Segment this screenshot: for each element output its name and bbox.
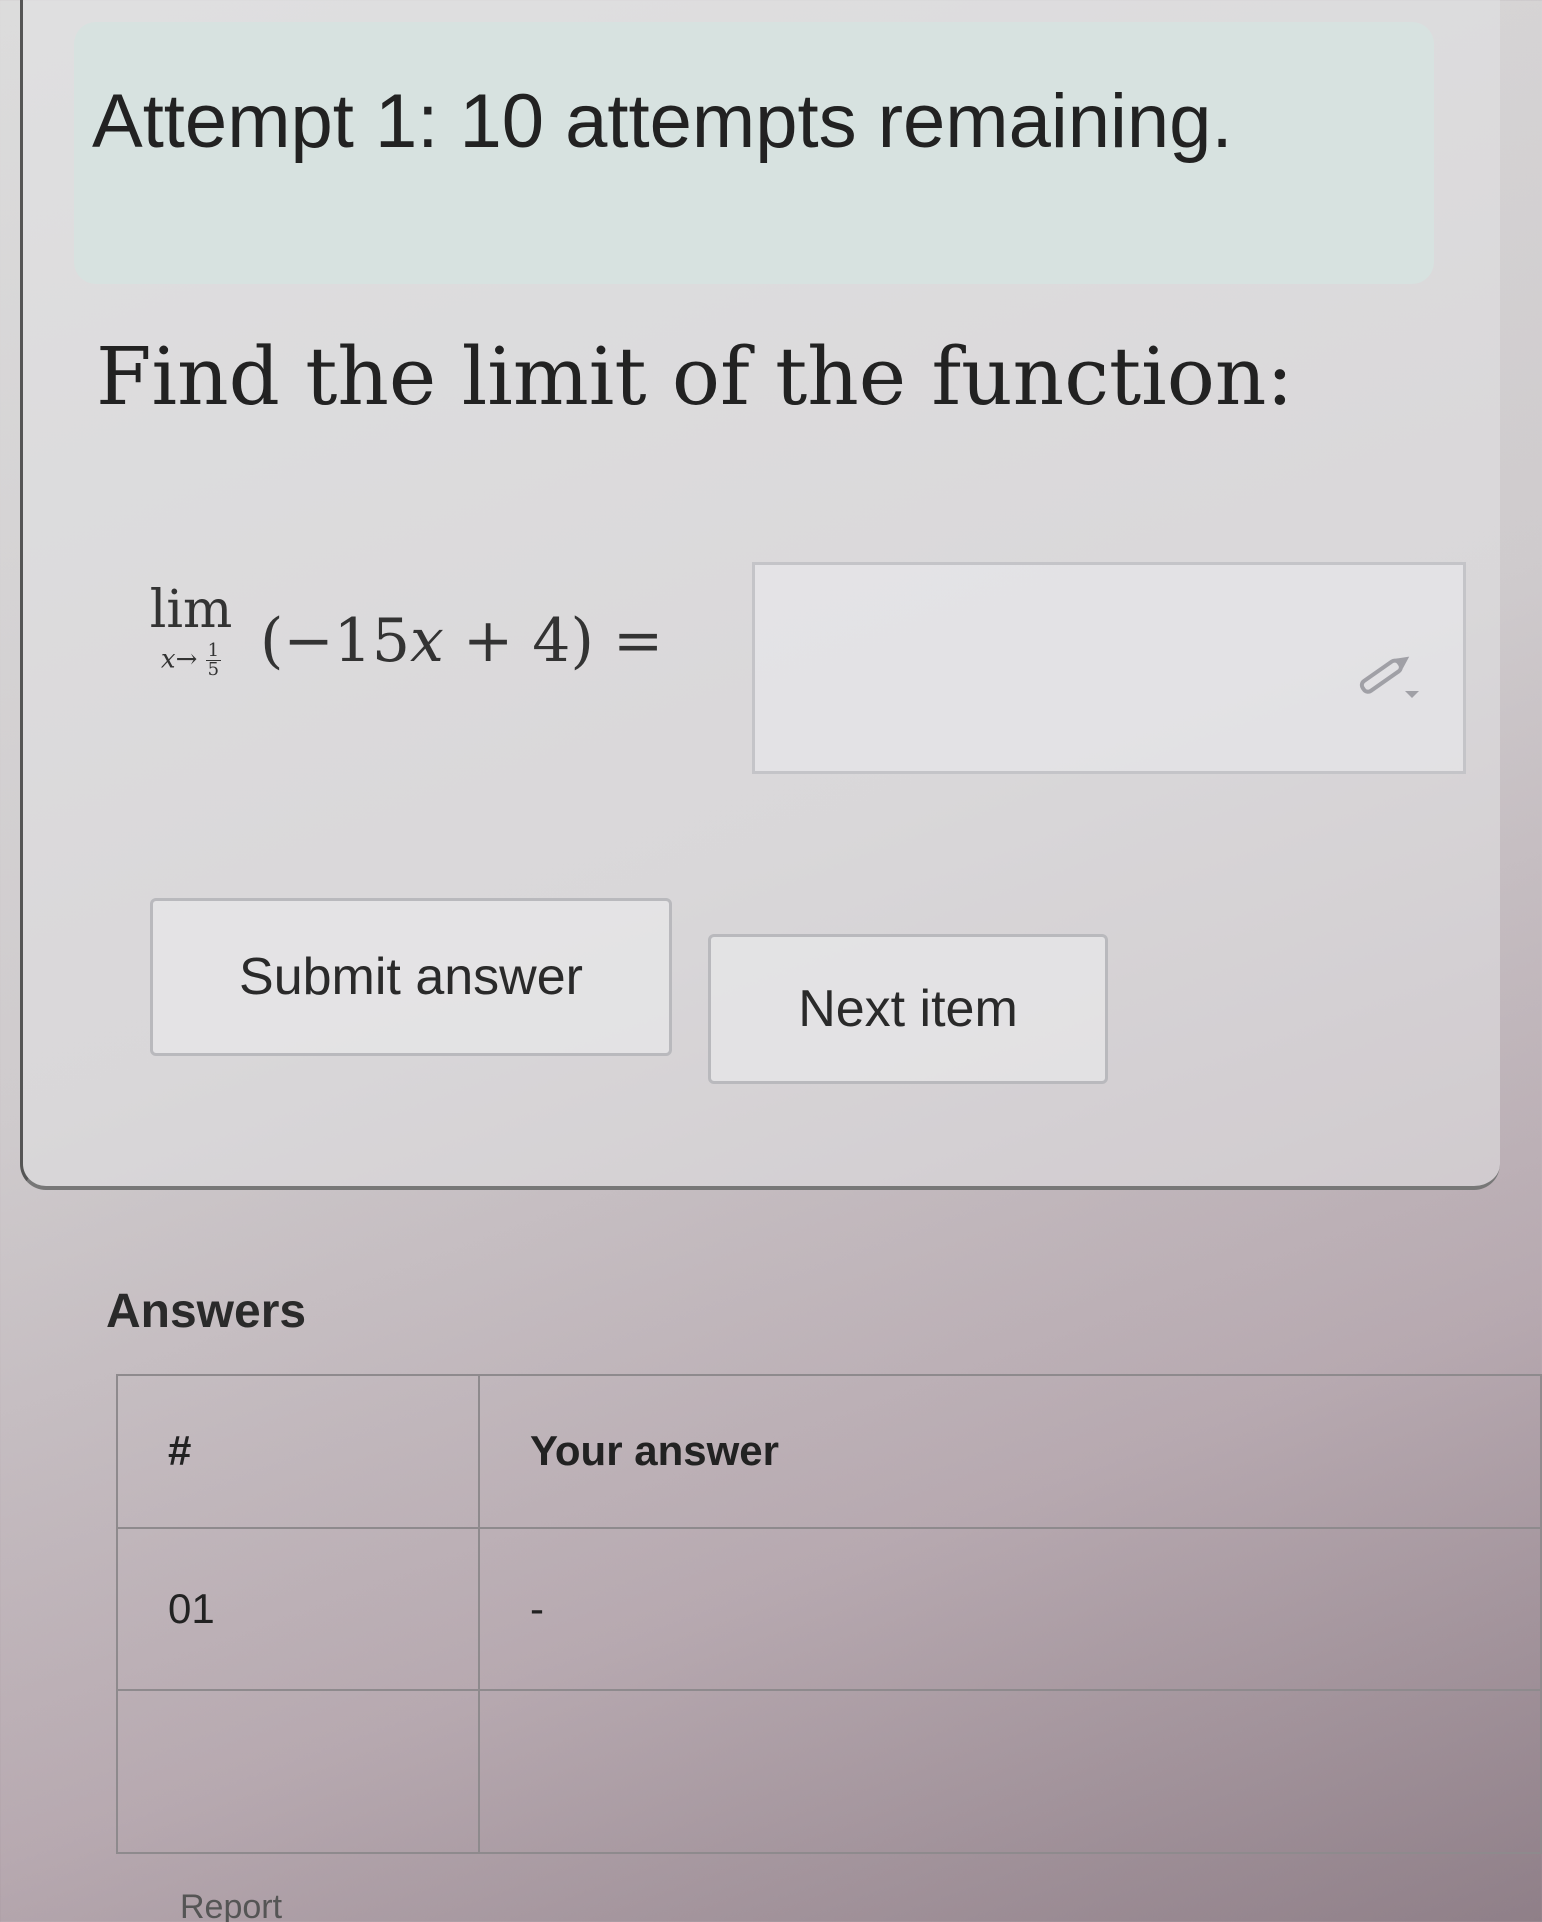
fraction-denominator: 5 bbox=[207, 659, 220, 680]
attempt-status: Attempt 1: 10 attempts remaining. bbox=[92, 79, 1233, 164]
limit-operator: lim x→ 1 5 bbox=[126, 580, 256, 679]
submit-answer-button[interactable]: Submit answer bbox=[150, 898, 672, 1056]
row-answer bbox=[478, 1689, 1542, 1854]
table-row bbox=[116, 1689, 1542, 1854]
column-header-number: # bbox=[116, 1374, 480, 1529]
limit-fraction: 1 5 bbox=[205, 642, 222, 680]
report-link[interactable]: Report bbox=[180, 1888, 282, 1922]
pencil-icon[interactable] bbox=[1353, 653, 1423, 699]
question-prompt: Find the limit of the function: bbox=[96, 330, 1294, 423]
expr-close: + 4) = bbox=[443, 606, 664, 676]
row-number: 01 bbox=[116, 1526, 480, 1692]
answers-table: # Your answer 01 - bbox=[116, 1374, 1542, 1854]
limit-subscript: x→ 1 5 bbox=[126, 642, 256, 679]
expr-open: (−15 bbox=[260, 606, 411, 676]
limit-arrow: → bbox=[175, 644, 198, 675]
answers-heading: Answers bbox=[106, 1285, 307, 1338]
row-answer: - bbox=[478, 1526, 1542, 1692]
table-row: 01 - bbox=[116, 1526, 1542, 1692]
column-header-your-answer: Your answer bbox=[478, 1374, 1542, 1529]
lim-word: lim bbox=[149, 580, 233, 640]
row-number bbox=[116, 1689, 480, 1854]
answer-input[interactable] bbox=[752, 562, 1466, 774]
limit-variable: x bbox=[160, 644, 176, 675]
expr-variable: x bbox=[410, 606, 444, 676]
function-expression: (−15x + 4) = bbox=[260, 606, 663, 676]
next-item-button[interactable]: Next item bbox=[708, 934, 1108, 1084]
table-header-row: # Your answer bbox=[116, 1374, 1542, 1529]
